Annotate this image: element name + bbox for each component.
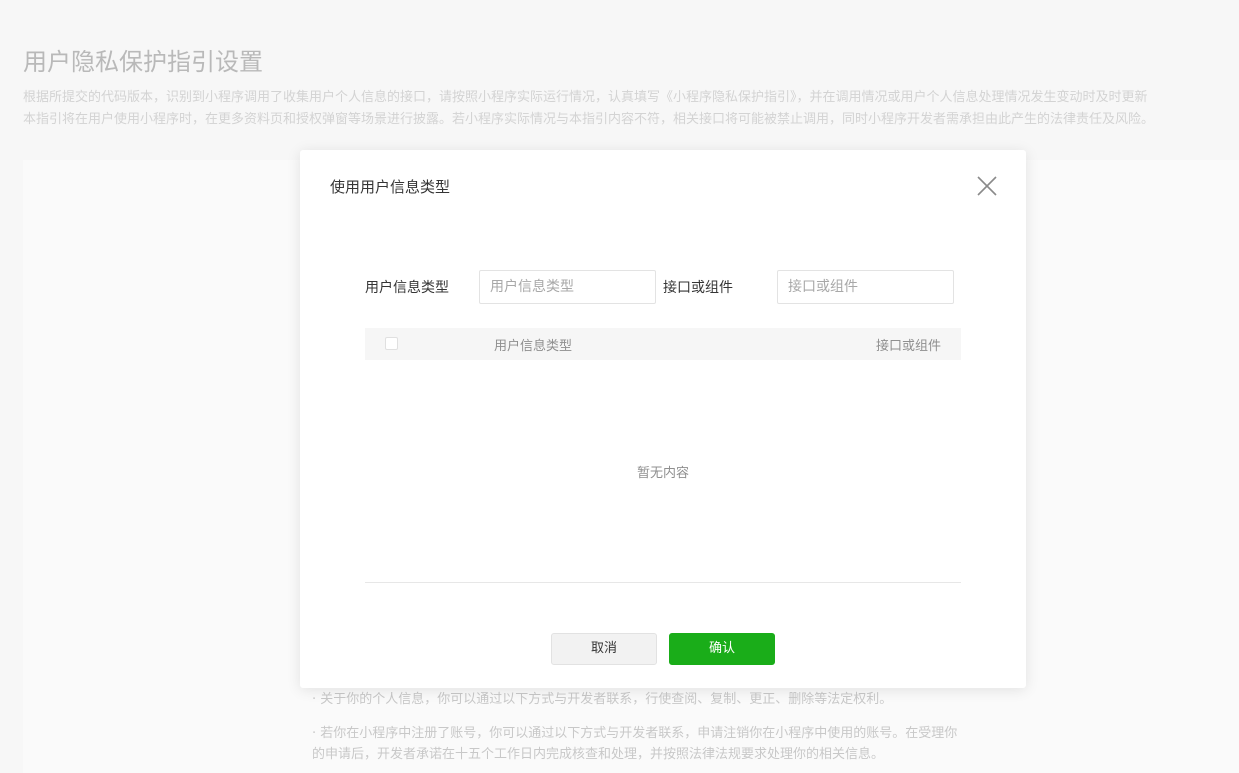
column-header-api-component: 接口或组件 <box>875 339 941 354</box>
user-info-type-label: 用户信息类型 <box>365 280 449 296</box>
api-component-input[interactable] <box>777 270 954 304</box>
page: 用户隐私保护指引设置 根据所提交的代码版本，识别到小程序调用了收集用户个人信息的… <box>0 0 1239 773</box>
page-description-line-1: 根据所提交的代码版本，识别到小程序调用了收集用户个人信息的接口，请按照小程序实际… <box>23 90 1148 105</box>
table-divider <box>365 582 961 583</box>
contact-rights-text: · 关于你的个人信息，你可以通过以下方式与开发者联系，行使查阅、复制、更正、删除… <box>312 692 893 707</box>
cancel-button[interactable]: 取消 <box>551 633 657 665</box>
select-all-checkbox[interactable] <box>385 337 398 350</box>
account-deletion-line-2: 的申请后，开发者承诺在十五个工作日内完成核查和处理，并按照法律法规要求处理你的相… <box>312 747 885 762</box>
confirm-button[interactable]: 确认 <box>669 633 775 665</box>
page-description: 根据所提交的代码版本，识别到小程序调用了收集用户个人信息的接口，请按照小程序实际… <box>23 87 1239 131</box>
table-header: 用户信息类型 接口或组件 <box>365 328 961 360</box>
dialog-title: 使用用户信息类型 <box>330 178 451 196</box>
page-title: 用户隐私保护指引设置 <box>23 48 263 76</box>
account-deletion-text: · 若你在小程序中注册了账号，你可以通过以下方式与开发者联系，申请注销你在小程序… <box>312 723 1012 765</box>
empty-state-text: 暂无内容 <box>636 466 689 481</box>
page-description-line-2: 本指引将在用户使用小程序时，在更多资料页和授权弹窗等场景进行披露。若小程序实际情… <box>23 112 1155 127</box>
user-info-type-input[interactable] <box>479 270 656 304</box>
account-deletion-line-1: · 若你在小程序中注册了账号，你可以通过以下方式与开发者联系，申请注销你在小程序… <box>312 726 958 741</box>
column-header-user-info-type: 用户信息类型 <box>494 339 573 354</box>
api-component-label: 接口或组件 <box>663 280 733 296</box>
user-info-type-dialog: 使用用户信息类型 用户信息类型 接口或组件 用户信息类型 接口或组件 暂无内容 … <box>300 150 1026 688</box>
close-icon[interactable] <box>974 173 1000 199</box>
